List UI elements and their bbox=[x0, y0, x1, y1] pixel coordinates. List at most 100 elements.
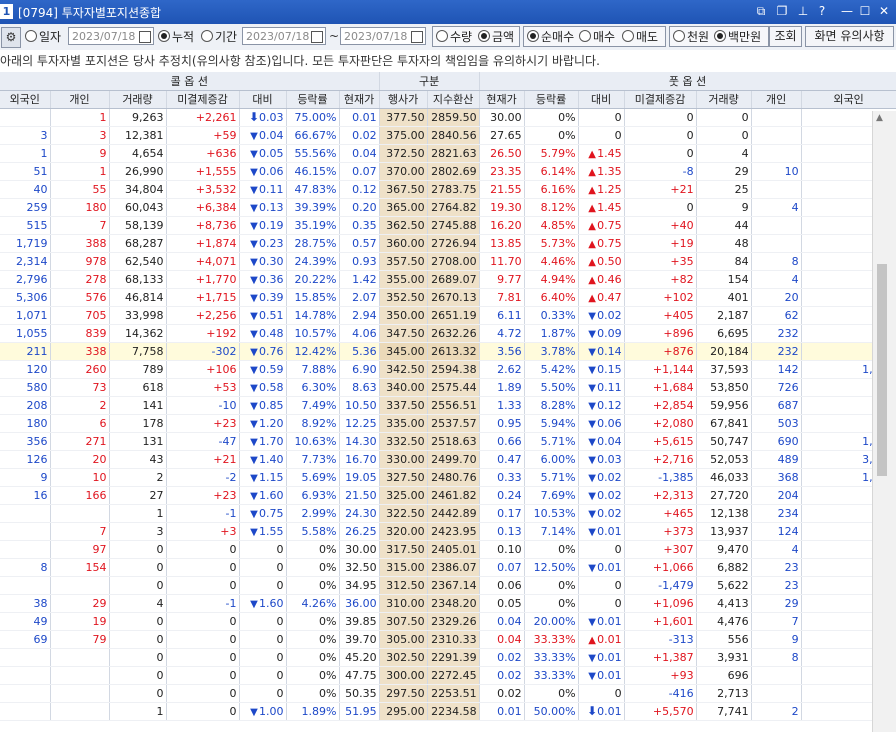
minimize-icon[interactable]: — bbox=[840, 4, 854, 19]
table-row[interactable]: 180 6 178 +23 ▼1.20 8.92% 12.25 335.00 2537.57 0.… bbox=[0, 414, 896, 433]
radio-buy[interactable]: 매수 bbox=[579, 29, 615, 45]
call-volume-cell: 4,654 bbox=[109, 144, 167, 163]
call-individual-cell: 260 bbox=[50, 360, 110, 379]
call-price-cell: 2.07 bbox=[339, 288, 380, 307]
call-foreign-cell: 2,796 bbox=[0, 270, 51, 289]
radio-sell[interactable]: 매도 bbox=[622, 29, 658, 45]
call-oi-change-cell: +2,256 bbox=[166, 306, 240, 325]
arrow-icon: ▼ bbox=[250, 274, 258, 286]
help-icon[interactable]: ? bbox=[815, 4, 829, 19]
table-row[interactable]: 211 338 7,758 -302 ▼0.76 12.42% 5.36 345.00 2613… bbox=[0, 342, 896, 361]
table-row[interactable]: 1 9,263 +2,261 ⬇0.03 75.00% 0.01 377.50 2859.50… bbox=[0, 108, 896, 127]
index-equivalent-cell: 2802.69 bbox=[427, 162, 480, 181]
table-row[interactable]: 515 7 58,139 +8,736 ▼0.19 35.19% 0.35 362.50 274… bbox=[0, 216, 896, 235]
call-individual-cell bbox=[50, 684, 110, 703]
table-row[interactable]: 97 0 0 0 0% 30.00 317.50 2405.01 0.10 0% 0 +307 9,47… bbox=[0, 540, 896, 559]
call-price-cell: 5.36 bbox=[339, 342, 380, 361]
vertical-scrollbar[interactable]: ▲ bbox=[872, 111, 896, 732]
put-change-value: 0.14 bbox=[597, 344, 622, 358]
copy-window-icon[interactable]: ❐ bbox=[775, 4, 789, 19]
put-price-cell: 0.66 bbox=[479, 432, 525, 451]
put-individual-cell: 8 bbox=[751, 252, 802, 271]
call-foreign-cell: 49 bbox=[0, 612, 51, 631]
table-row[interactable]: 356 271 131 -47 ▼1.70 10.63% 14.30 332.50 2518.6… bbox=[0, 432, 896, 451]
radio-million-won[interactable]: 백만원 bbox=[714, 29, 761, 45]
close-icon[interactable]: ✕ bbox=[877, 4, 891, 19]
call-change-cell: ▼0.23 bbox=[239, 234, 287, 253]
table-row[interactable]: 0 0 0 0% 45.20 302.50 2291.39 0.02 33.33% ▼0.01 +1… bbox=[0, 648, 896, 667]
call-oi-change-cell: +1,770 bbox=[166, 270, 240, 289]
arrow-icon: ▼ bbox=[588, 490, 596, 502]
call-oi-change-cell: +21 bbox=[166, 450, 240, 469]
radio-net-buy[interactable]: 순매수 bbox=[527, 29, 574, 45]
table-row[interactable]: 16 166 27 +23 ▼1.60 6.93% 21.50 325.00 2461.82 0.… bbox=[0, 486, 896, 505]
link-window-icon[interactable]: ⧉ bbox=[754, 4, 768, 19]
call-rate-cell: 55.56% bbox=[286, 144, 340, 163]
table-row[interactable]: 3 3 12,381 +59 ▼0.04 66.67% 0.02 375.00 2840.56 2… bbox=[0, 126, 896, 145]
table-row[interactable]: 1,071 705 33,998 +2,256 ▼0.51 14.78% 2.94 350.0… bbox=[0, 306, 896, 325]
put-individual-cell bbox=[751, 144, 802, 163]
title-bar: 1 [0794] 투자자별포지션종합 ⧉ ❐ ⊥ ? — ☐ ✕ bbox=[0, 0, 896, 24]
table-row[interactable]: 0 0 0 0% 34.95 312.50 2367.14 0.06 0% 0 -1,479 5,62… bbox=[0, 576, 896, 595]
pin-icon[interactable]: ⊥ bbox=[796, 4, 810, 19]
call-individual-cell: 839 bbox=[50, 324, 110, 343]
table-row[interactable]: 49 19 0 0 0 0% 39.85 307.50 2329.26 0.04 20.00% ▼0.… bbox=[0, 612, 896, 631]
position-grid: 콜 옵 션 구분 풋 옵 션 외국인 개인 거래량 미결제증감 대비 등락률 현… bbox=[0, 72, 896, 732]
radio-date[interactable]: 일자 bbox=[25, 29, 61, 45]
put-change-value: 0.02 bbox=[597, 470, 622, 484]
put-oi-change-cell: +1,684 bbox=[624, 378, 697, 397]
table-row[interactable]: 126 20 43 +21 ▼1.40 7.73% 16.70 330.00 2499.70 0.… bbox=[0, 450, 896, 469]
screen-notice-button[interactable]: 화면 유의사항 bbox=[805, 26, 894, 47]
index-equivalent-cell: 2291.39 bbox=[427, 648, 480, 667]
table-row[interactable]: 40 55 34,804 +3,532 ▼0.11 47.83% 0.12 367.50 278… bbox=[0, 180, 896, 199]
table-row[interactable]: 1,719 388 68,287 +1,874 ▼0.23 28.75% 0.57 360.0… bbox=[0, 234, 896, 253]
table-row[interactable]: 38 29 4 -1 ▼1.60 4.26% 36.00 310.00 2348.20 0.05 0… bbox=[0, 594, 896, 613]
radio-cumulative[interactable]: 누적 bbox=[158, 29, 194, 45]
table-row[interactable]: 259 180 60,043 +6,384 ▼0.13 39.39% 0.20 365.00 2… bbox=[0, 198, 896, 217]
scroll-thumb[interactable] bbox=[877, 264, 887, 476]
gear-icon[interactable]: ⚙ bbox=[1, 27, 21, 48]
table-row[interactable]: 580 73 618 +53 ▼0.58 6.30% 8.63 340.00 2575.44 1.… bbox=[0, 378, 896, 397]
call-volume-cell: 12,381 bbox=[109, 126, 167, 145]
table-row[interactable]: 2,796 278 68,133 +1,770 ▼0.36 20.22% 1.42 355.0… bbox=[0, 270, 896, 289]
table-row[interactable]: 1 9 4,654 +636 ▼0.05 55.56% 0.04 372.50 2821.63 2… bbox=[0, 144, 896, 163]
table-row[interactable]: 7 3 +3 ▼1.55 5.58% 26.25 320.00 2423.95 0.13 7.14… bbox=[0, 522, 896, 541]
table-row[interactable]: 2,314 978 62,540 +4,071 ▼0.30 24.39% 0.93 357.5… bbox=[0, 252, 896, 271]
search-button[interactable]: 조회 bbox=[769, 26, 802, 47]
table-row[interactable]: 120 260 789 +106 ▼0.59 7.88% 6.90 342.50 2594.38… bbox=[0, 360, 896, 379]
call-change-value: 0 bbox=[276, 668, 284, 682]
table-row[interactable]: 208 2 141 -10 ▼0.85 7.49% 10.50 337.50 2556.51 1.… bbox=[0, 396, 896, 415]
put-change-cell: ⬇0.01 bbox=[578, 702, 625, 721]
put-change-value: 1.25 bbox=[597, 182, 622, 196]
date-input-3[interactable]: 2023/07/18 bbox=[340, 27, 426, 45]
radio-amount[interactable]: 금액 bbox=[478, 29, 514, 45]
maximize-icon[interactable]: ☐ bbox=[858, 4, 872, 19]
table-row[interactable]: 51 1 26,990 +1,555 ▼0.06 46.15% 0.07 370.00 2802… bbox=[0, 162, 896, 181]
date-input-2[interactable]: 2023/07/18 bbox=[242, 27, 326, 45]
put-oi-change-cell: -1,385 bbox=[624, 468, 697, 487]
radio-thousand-won[interactable]: 천원 bbox=[673, 29, 709, 45]
call-foreign-cell bbox=[0, 702, 51, 721]
call-volume-cell: 60,043 bbox=[109, 198, 167, 217]
date-input-1[interactable]: 2023/07/18 bbox=[68, 27, 154, 45]
call-change-cell: ▼1.60 bbox=[239, 486, 287, 505]
index-equivalent-cell: 2253.51 bbox=[427, 684, 480, 703]
table-row[interactable]: 0 0 0 0% 50.35 297.50 2253.51 0.02 0% 0 -416 2,713 bbox=[0, 684, 896, 703]
put-price-cell: 0.33 bbox=[479, 468, 525, 487]
index-equivalent-cell: 2518.63 bbox=[427, 432, 480, 451]
put-price-cell: 9.77 bbox=[479, 270, 525, 289]
table-row[interactable]: 9 10 2 -2 ▼1.15 5.69% 19.05 327.50 2480.76 0.33 5.… bbox=[0, 468, 896, 487]
radio-quantity[interactable]: 수량 bbox=[436, 29, 472, 45]
put-individual-cell bbox=[751, 108, 802, 127]
put-rate-cell: 1.87% bbox=[524, 324, 579, 343]
table-row[interactable]: 5,306 576 46,814 +1,715 ▼0.39 15.85% 2.07 352.5… bbox=[0, 288, 896, 307]
table-row[interactable]: 1 -1 ▼0.75 2.99% 24.30 322.50 2442.89 0.17 10.53… bbox=[0, 504, 896, 523]
scroll-up-icon[interactable]: ▲ bbox=[876, 113, 883, 123]
call-individual-cell: 271 bbox=[50, 432, 110, 451]
table-row[interactable]: 69 79 0 0 0 0% 39.70 305.00 2310.33 0.04 33.33% ▲0.… bbox=[0, 630, 896, 649]
table-row[interactable]: 8 154 0 0 0 0% 32.50 315.00 2386.07 0.07 12.50% ▼0.… bbox=[0, 558, 896, 577]
radio-period[interactable]: 기간 bbox=[201, 29, 237, 45]
table-row[interactable]: 1,055 839 14,362 +192 ▼0.48 10.57% 4.06 347.50 2… bbox=[0, 324, 896, 343]
table-row[interactable]: 1 0 ▼1.00 1.89% 51.95 295.00 2234.58 0.01 50.00%… bbox=[0, 702, 896, 721]
table-row[interactable]: 0 0 0 0% 47.75 300.00 2272.45 0.02 33.33% ▼0.01 +9… bbox=[0, 666, 896, 685]
